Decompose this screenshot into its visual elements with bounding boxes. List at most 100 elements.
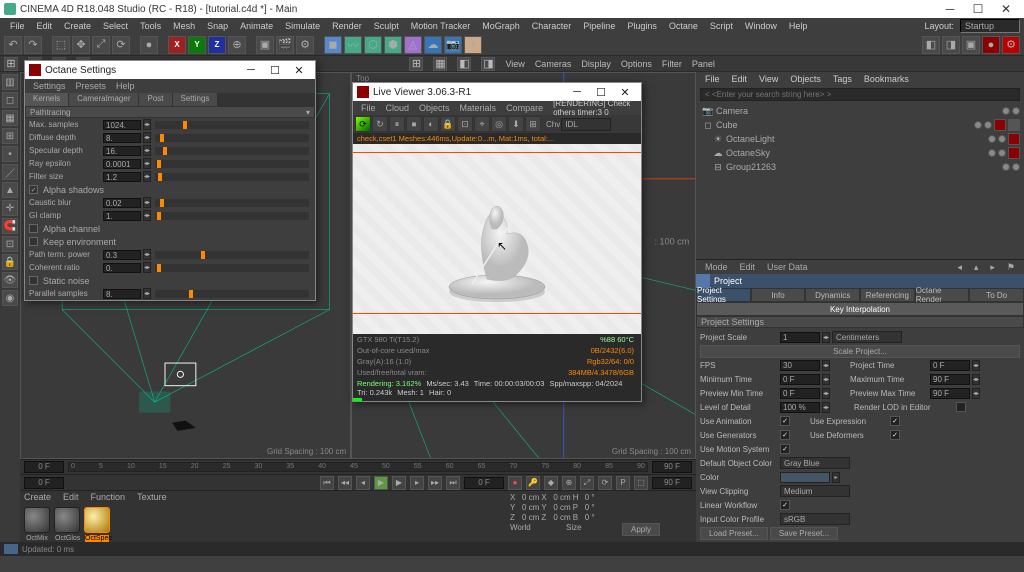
vp-menu-cameras[interactable]: Cameras xyxy=(535,59,572,69)
attr-tab-to-do[interactable]: To Do xyxy=(969,288,1024,302)
attr-field[interactable]: 90 F xyxy=(930,388,970,399)
deformer-button[interactable]: ◬ xyxy=(404,36,422,54)
mat-menu-function[interactable]: Function xyxy=(87,491,130,503)
x-axis-toggle[interactable]: X xyxy=(168,36,186,54)
timeline-max-field[interactable]: 90 F xyxy=(652,477,692,489)
om-menu-objects[interactable]: Objects xyxy=(785,73,826,85)
vp-menu-options[interactable]: Options xyxy=(621,59,652,69)
timeline-start-field[interactable]: 0 F xyxy=(24,461,64,473)
project-scale-input[interactable]: 1 xyxy=(780,332,820,343)
vp-menu-view[interactable]: View xyxy=(505,59,524,69)
last-tool-button[interactable]: ● xyxy=(140,36,158,54)
menu-script[interactable]: Script xyxy=(704,19,739,33)
lv-channel-dropdown[interactable]: IDL xyxy=(561,118,611,131)
cube-primitive-button[interactable]: ◼ xyxy=(324,36,342,54)
render-dot-icon[interactable] xyxy=(998,135,1006,143)
apply-button[interactable]: Apply xyxy=(622,523,660,536)
close-button[interactable]: ✕ xyxy=(613,86,637,99)
menu-character[interactable]: Character xyxy=(526,19,578,33)
vp-menu-display[interactable]: Display xyxy=(581,59,611,69)
key-pos-button[interactable]: ⊕ xyxy=(562,476,576,490)
visibility-dot-icon[interactable] xyxy=(1002,163,1010,171)
current-frame-field[interactable]: 0 F xyxy=(464,477,504,489)
os-tab-cameraimager[interactable]: CameraImager xyxy=(69,93,139,106)
os-menu-presets[interactable]: Presets xyxy=(72,80,111,92)
render-dot-icon[interactable] xyxy=(1012,107,1020,115)
visibility-dot-icon[interactable] xyxy=(974,121,982,129)
polygon-mode-button[interactable]: ▲ xyxy=(2,182,18,198)
render-view-button[interactable]: ▣ xyxy=(256,36,274,54)
lv-pause-button[interactable]: ⏸ xyxy=(389,116,405,132)
os-field[interactable]: 1. xyxy=(103,211,141,221)
scale-tool-button[interactable]: ⤢ xyxy=(92,36,110,54)
spline-button[interactable]: 〰 xyxy=(344,36,362,54)
os-slider[interactable] xyxy=(155,121,309,129)
attr-func-icon[interactable]: ⚑ xyxy=(1002,261,1020,274)
scale-project-button[interactable]: Scale Project... xyxy=(700,345,1020,358)
menu-pipeline[interactable]: Pipeline xyxy=(577,19,621,33)
minimize-button[interactable]: ─ xyxy=(936,0,964,18)
octane-tag-icon[interactable] xyxy=(1008,133,1020,145)
z-axis-toggle[interactable]: Z xyxy=(208,36,226,54)
object-row[interactable]: ☁OctaneSky xyxy=(698,146,1022,160)
om-menu-view[interactable]: View xyxy=(754,73,783,85)
os-checkbox[interactable] xyxy=(29,276,38,285)
attr-checkbox[interactable]: ✓ xyxy=(780,430,790,440)
viewport-solo-button[interactable]: 👁 xyxy=(2,272,18,288)
os-slider[interactable] xyxy=(155,134,309,142)
color-swatch[interactable] xyxy=(780,472,830,483)
attr-tab-referencing[interactable]: Referencing xyxy=(860,288,915,302)
menu-motion-tracker[interactable]: Motion Tracker xyxy=(405,19,477,33)
y-axis-toggle[interactable]: Y xyxy=(188,36,206,54)
phong-tag-icon[interactable] xyxy=(1008,119,1020,131)
lv-menu-materials[interactable]: Materials xyxy=(456,102,501,114)
undo-button[interactable]: ↶ xyxy=(4,36,22,54)
lv-menu-compare[interactable]: Compare xyxy=(502,102,547,114)
menu-help[interactable]: Help xyxy=(783,19,814,33)
attr-field[interactable]: 90 F xyxy=(930,374,970,385)
next-frame-button[interactable]: ▸ xyxy=(410,476,424,490)
os-tab-post[interactable]: Post xyxy=(139,93,172,106)
os-field[interactable]: 0.02 xyxy=(103,198,141,208)
play-button[interactable]: ▶ xyxy=(392,476,406,490)
mat-menu-edit[interactable]: Edit xyxy=(59,491,83,503)
lv-start-button[interactable]: ⟳ xyxy=(355,116,371,132)
octane-tag-icon[interactable] xyxy=(994,119,1006,131)
vp-menu-panel[interactable]: Panel xyxy=(692,59,715,69)
next-key-button[interactable]: ▸▸ xyxy=(428,476,442,490)
record-button[interactable]: ● xyxy=(508,476,522,490)
material-preview[interactable]: OctSpec xyxy=(84,507,110,533)
key-param-button[interactable]: P xyxy=(616,476,630,490)
key-pla-button[interactable]: ⬚ xyxy=(634,476,648,490)
input-color-profile-dropdown[interactable]: sRGB xyxy=(780,513,850,525)
close-button[interactable]: ✕ xyxy=(992,0,1020,18)
os-checkbox[interactable] xyxy=(29,237,38,246)
render-dot-icon[interactable] xyxy=(984,121,992,129)
attr-tab-project-settings[interactable]: Project Settings xyxy=(696,288,751,302)
move-tool-button[interactable]: ✥ xyxy=(72,36,90,54)
visibility-dot-icon[interactable] xyxy=(1002,107,1010,115)
object-row[interactable]: ☀OctaneLight xyxy=(698,132,1022,146)
os-slider[interactable] xyxy=(155,199,309,207)
attr-field[interactable]: 30 xyxy=(780,360,820,371)
axis-button[interactable]: ✛ xyxy=(2,200,18,216)
os-field[interactable]: 16. xyxy=(103,146,141,156)
maximize-button[interactable]: ☐ xyxy=(964,0,992,18)
maximize-button[interactable]: ☐ xyxy=(263,64,287,77)
attr-menu-mode[interactable]: Mode xyxy=(700,261,733,273)
vp-tool-icon[interactable]: ▦ xyxy=(433,57,447,71)
om-menu-bookmarks[interactable]: Bookmarks xyxy=(859,73,914,85)
key-sel-button[interactable]: ◆ xyxy=(544,476,558,490)
lock-button[interactable]: 🔒 xyxy=(2,254,18,270)
attr-checkbox[interactable]: ✓ xyxy=(890,430,900,440)
octane-settings-button[interactable]: ⚙ xyxy=(1002,36,1020,54)
os-field[interactable]: 0.0001 xyxy=(103,159,141,169)
lv-region-button[interactable]: ⊡ xyxy=(457,116,473,132)
menu-octane[interactable]: Octane xyxy=(663,19,704,33)
close-button[interactable]: ✕ xyxy=(287,64,311,77)
model-mode-button[interactable]: ◻ xyxy=(2,92,18,108)
material-preview[interactable]: OctMix xyxy=(24,507,50,533)
live-viewer-canvas[interactable]: ↖ xyxy=(353,144,641,334)
object-search-input[interactable] xyxy=(700,88,1020,101)
render-dot-icon[interactable] xyxy=(1012,163,1020,171)
